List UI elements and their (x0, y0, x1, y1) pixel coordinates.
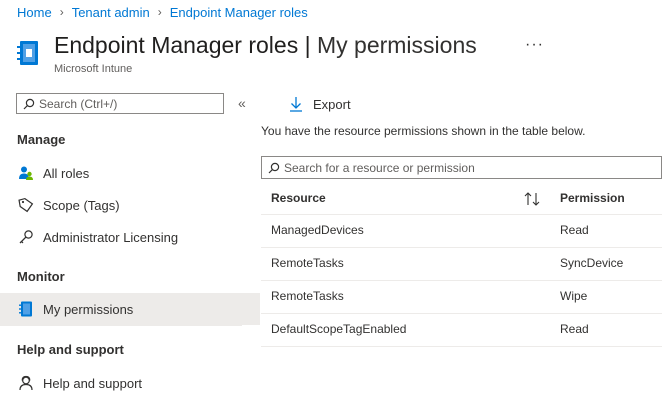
sort-icon[interactable] (523, 192, 541, 206)
sidebar-item-scope-tags[interactable]: Scope (Tags) (0, 189, 260, 221)
permission-cell: Read (560, 223, 589, 237)
table-header: Resource Permission (261, 183, 662, 215)
column-header-resource[interactable]: Resource (271, 183, 326, 214)
sidebar-search-input[interactable] (35, 96, 209, 111)
permission-cell: Wipe (560, 289, 588, 303)
page-title-separator: | (304, 32, 311, 58)
table-row[interactable]: ManagedDevices Read (261, 215, 662, 248)
sidebar-item-label: Scope (Tags) (43, 197, 120, 213)
page-subtitle: Microsoft Intune (54, 63, 133, 75)
key-icon (17, 228, 35, 246)
resource-cell: ManagedDevices (271, 223, 364, 237)
breadcrumb-tenant-admin[interactable]: Tenant admin (72, 5, 150, 20)
table-row[interactable]: DefaultScopeTagEnabled Read (261, 314, 662, 347)
table-row[interactable]: RemoteTasks Wipe (261, 281, 662, 314)
page-title: Endpoint Manager roles | My permissions (54, 32, 477, 59)
permissions-description: You have the resource permissions shown … (261, 124, 586, 138)
sidebar-item-all-roles[interactable]: All roles (0, 157, 260, 189)
permissions-page-icon (17, 41, 38, 65)
nav-section-manage: Manage (17, 132, 66, 147)
permission-filter[interactable] (261, 156, 662, 179)
more-options-button[interactable]: ··· (525, 36, 544, 54)
search-icon (268, 162, 280, 173)
page-title-page: My permissions (316, 32, 477, 58)
sidebar-item-label: Administrator Licensing (43, 229, 179, 245)
sidebar-item-help-and-support[interactable]: Help and support (0, 367, 260, 399)
permissions-icon (17, 300, 35, 318)
tag-icon (17, 196, 35, 214)
export-button[interactable]: Export (289, 93, 351, 115)
breadcrumb-home[interactable]: Home (17, 5, 52, 20)
page-title-main: Endpoint Manager roles (54, 32, 299, 58)
column-header-permission[interactable]: Permission (560, 183, 625, 214)
sidebar-item-my-permissions[interactable]: My permissions (0, 293, 260, 325)
sidebar-item-label: My permissions (43, 301, 134, 317)
nav-section-monitor: Monitor (17, 269, 65, 284)
chevron-right-icon: › (157, 5, 162, 19)
breadcrumb: Home › Tenant admin › Endpoint Manager r… (17, 3, 308, 21)
resource-cell: DefaultScopeTagEnabled (271, 322, 407, 336)
export-label: Export (313, 96, 351, 112)
sidebar-item-label: All roles (43, 165, 90, 181)
table-row[interactable]: RemoteTasks SyncDevice (261, 248, 662, 281)
nav-divider (0, 325, 242, 326)
collapse-sidebar-button[interactable]: « (238, 95, 246, 111)
download-icon (290, 97, 302, 112)
users-icon (17, 164, 35, 182)
permission-cell: Read (560, 322, 589, 336)
chevron-right-icon: › (59, 5, 64, 19)
breadcrumb-endpoint-manager-roles[interactable]: Endpoint Manager roles (170, 5, 308, 20)
resource-cell: RemoteTasks (271, 256, 344, 270)
nav-section-help-and-support: Help and support (17, 342, 124, 357)
search-icon (23, 98, 35, 109)
sidebar-item-label: Help and support (43, 375, 143, 391)
permission-cell: SyncDevice (560, 256, 624, 270)
permissions-table: Resource Permission ManagedDevices Read … (261, 183, 662, 347)
person-support-icon (17, 374, 35, 392)
sidebar-search[interactable] (16, 93, 224, 114)
permission-filter-input[interactable] (280, 160, 654, 175)
sidebar-item-administrator-licensing[interactable]: Administrator Licensing (0, 221, 260, 253)
resource-cell: RemoteTasks (271, 289, 344, 303)
